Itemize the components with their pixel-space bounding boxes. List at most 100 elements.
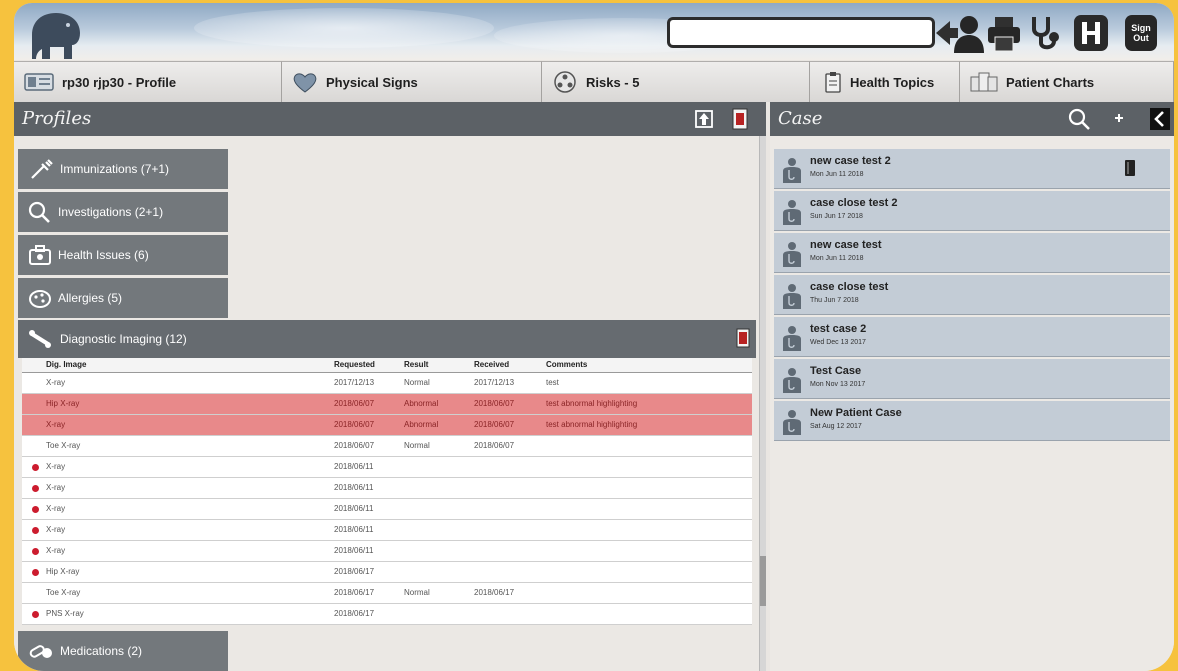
category-health-issues-label: Health Issues (6) [58, 248, 149, 262]
case-item-title: test case 2 [810, 323, 867, 335]
case-header: Case [770, 102, 1174, 136]
tab-physical-signs[interactable]: Physical Signs [282, 61, 542, 102]
column-header[interactable]: Result [400, 358, 470, 373]
cell-result: Normal [400, 435, 470, 457]
cell-image: X-ray [22, 372, 330, 394]
cell-received [470, 498, 542, 520]
table-row[interactable]: PNS X-ray 2018/06/17 [22, 603, 752, 625]
search-input[interactable] [670, 20, 932, 45]
category-immunizations[interactable]: Immunizations (7+1) [18, 149, 228, 189]
clipboard-icon [825, 72, 841, 93]
cell-requested: 2018/06/11 [330, 498, 400, 520]
case-item[interactable]: test case 2 Wed Dec 13 2017 [774, 317, 1170, 357]
table-row-abnormal[interactable]: X-ray 2018/06/07 Abnormal 2018/06/07 tes… [22, 414, 752, 436]
cell-image-text: PNS X-ray [46, 609, 84, 618]
category-diagnostic-imaging-label: Diagnostic Imaging (12) [60, 332, 187, 346]
category-medications[interactable]: Medications (2) [18, 631, 228, 671]
cell-requested: 2018/06/11 [330, 540, 400, 562]
heart-icon [293, 73, 317, 93]
category-allergies[interactable]: Allergies (5) [18, 278, 228, 318]
cell-image: X-ray [22, 477, 330, 499]
stethoscope-icon[interactable] [1026, 13, 1062, 53]
pdf-icon[interactable] [732, 108, 748, 130]
case-item-title: Test Case [810, 365, 862, 377]
biohazard-icon [554, 71, 576, 93]
search-box[interactable] [667, 17, 935, 48]
cell-comments [542, 582, 752, 604]
category-health-issues[interactable]: Health Issues (6) [18, 235, 228, 275]
table-row[interactable]: X-ray 2017/12/13 Normal 2017/12/13 test [22, 372, 752, 394]
case-doctor-icon [783, 368, 801, 393]
pending-dot-icon [32, 484, 39, 492]
case-item[interactable]: case close test 2 Sun Jun 17 2018 [774, 191, 1170, 231]
table-row[interactable]: X-ray 2018/06/11 [22, 456, 752, 478]
case-item-date: Thu Jun 7 2018 [810, 297, 859, 304]
case-item[interactable]: New Patient Case Sat Aug 12 2017 [774, 401, 1170, 441]
column-header[interactable]: Received [470, 358, 542, 373]
category-investigations[interactable]: Investigations (2+1) [18, 192, 228, 232]
tab-profile[interactable]: rp30 rjp30 - Profile [14, 61, 282, 102]
cell-result [400, 519, 470, 541]
table-header-row: Dig. Image Requested Result Received Com… [22, 358, 752, 373]
add-case-icon[interactable] [1115, 114, 1123, 122]
charts-icon [970, 72, 998, 92]
sign-out-button[interactable]: Sign Out [1125, 15, 1157, 51]
tab-patient-charts[interactable]: Patient Charts [960, 61, 1174, 102]
cell-comments [542, 456, 752, 478]
book-icon[interactable] [1124, 159, 1136, 177]
table-row[interactable]: X-ray 2018/06/11 [22, 498, 752, 520]
elephant-logo-icon [32, 13, 80, 59]
case-item[interactable]: case close test Thu Jun 7 2018 [774, 275, 1170, 315]
app-window: Sign Out rp30 rjp30 - Profile Physical S… [14, 3, 1174, 671]
user-icon[interactable] [952, 13, 986, 53]
cell-requested: 2018/06/17 [330, 561, 400, 583]
table-row-abnormal[interactable]: Hip X-ray 2018/06/07 Abnormal 2018/06/07… [22, 393, 752, 415]
case-item-date: Wed Dec 13 2017 [810, 339, 866, 346]
cell-received: 2018/06/07 [470, 435, 542, 457]
cell-requested: 2018/06/11 [330, 519, 400, 541]
case-item[interactable]: Test Case Mon Nov 13 2017 [774, 359, 1170, 399]
pdf-icon[interactable] [736, 328, 750, 348]
case-doctor-icon [783, 326, 801, 351]
table-row[interactable]: X-ray 2018/06/11 [22, 540, 752, 562]
case-item[interactable]: new case test Mon Jun 11 2018 [774, 233, 1170, 273]
table-row[interactable]: Toe X-ray 2018/06/17 Normal 2018/06/17 [22, 582, 752, 604]
collapse-panel-button[interactable] [1150, 108, 1170, 130]
cell-comments [542, 519, 752, 541]
allergy-icon [29, 290, 51, 308]
case-item[interactable]: new case test 2 Mon Jun 11 2018 [774, 149, 1170, 189]
cell-image-text: X-ray [46, 525, 66, 534]
case-item-date: Mon Jun 11 2018 [810, 255, 864, 262]
cell-requested: 2018/06/07 [330, 393, 400, 415]
table-row[interactable]: Toe X-ray 2018/06/07 Normal 2018/06/07 [22, 435, 752, 457]
case-title: Case [778, 108, 823, 129]
case-item-title: case close test 2 [810, 197, 898, 209]
category-diagnostic-imaging[interactable]: Diagnostic Imaging (12) [18, 320, 756, 358]
column-header[interactable]: Comments [542, 358, 752, 373]
column-header[interactable]: Dig. Image [22, 358, 330, 373]
table-row[interactable]: Hip X-ray 2018/06/17 [22, 561, 752, 583]
scrollbar-thumb[interactable] [760, 556, 766, 606]
profiles-title: Profiles [22, 108, 92, 129]
cell-received: 2017/12/13 [470, 372, 542, 394]
profiles-scrollbar[interactable] [759, 136, 766, 671]
cell-image-text: Hip X-ray [46, 567, 80, 576]
column-header[interactable]: Requested [330, 358, 400, 373]
cell-image: Toe X-ray [22, 582, 330, 604]
hospital-icon[interactable] [1072, 13, 1110, 53]
cell-result [400, 540, 470, 562]
cell-requested: 2018/06/11 [330, 456, 400, 478]
cell-received: 2018/06/07 [470, 393, 542, 415]
cell-received [470, 540, 542, 562]
upload-icon[interactable] [695, 110, 713, 128]
tab-health-topics[interactable]: Health Topics [810, 61, 960, 102]
table-row[interactable]: X-ray 2018/06/11 [22, 477, 752, 499]
print-icon[interactable] [986, 13, 1022, 53]
pending-dot-icon [32, 505, 39, 513]
case-item-title: case close test [810, 281, 889, 293]
cell-image: Toe X-ray [22, 435, 330, 457]
pending-dot-icon [32, 526, 39, 534]
tab-risks[interactable]: Risks - 5 [542, 61, 810, 102]
table-row[interactable]: X-ray 2018/06/11 [22, 519, 752, 541]
search-icon[interactable] [1068, 108, 1090, 130]
